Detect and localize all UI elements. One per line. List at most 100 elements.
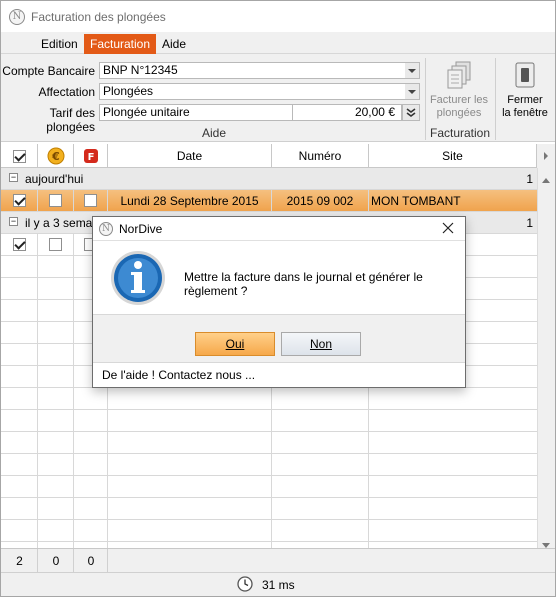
double-chevron-down-icon[interactable]: [402, 104, 420, 121]
column-numero[interactable]: Numéro: [272, 144, 369, 168]
chevron-down-icon[interactable]: [405, 84, 419, 99]
close-icon[interactable]: [441, 221, 455, 235]
row-numero: 2015 09 002: [272, 190, 369, 211]
window-title: Facturation des plongées: [31, 9, 166, 24]
header-scroll-right-icon[interactable]: [537, 144, 555, 168]
dialog-body: Mettre la facture dans le journal et gén…: [93, 241, 465, 314]
main-window: N Facturation des plongées Edition Factu…: [0, 0, 556, 597]
app-logo-icon: N: [99, 221, 113, 236]
ribbon-separator: [495, 58, 496, 140]
dialog-help-bar: De l'aide ! Contactez nous ...: [93, 362, 465, 387]
row-paid-cell[interactable]: [38, 190, 74, 211]
paid-checkbox[interactable]: [49, 194, 62, 207]
footer-count-invoiced: 0: [87, 554, 95, 568]
row-checkbox[interactable]: [12, 238, 26, 251]
affectation-combo[interactable]: Plongées: [99, 83, 420, 100]
tarif-value: Plongée unitaire: [103, 105, 190, 119]
dialog-message: Mettre la facture dans le journal et gén…: [184, 270, 423, 298]
tarif-amount-field[interactable]: 20,00 €: [292, 104, 402, 121]
euro-coin-icon: €: [47, 147, 64, 165]
affectation-value: Plongées: [103, 84, 154, 98]
checkbox-all[interactable]: [12, 149, 26, 163]
group-row-today[interactable]: − aujourd'hui 1: [1, 168, 537, 190]
empty-row: [1, 520, 537, 542]
group-count: 1: [526, 216, 533, 230]
compte-label: Compte Bancaire: [2, 64, 95, 78]
grid-footer: 2 0 0: [1, 548, 555, 572]
svg-text:€: €: [51, 150, 60, 163]
row-checkbox[interactable]: [12, 194, 26, 207]
fermer-label-1: Fermer: [507, 94, 543, 106]
ribbon-tab-bar: Edition Facturation Aide: [1, 32, 555, 54]
grid-header: € F Date Numéro Site: [1, 144, 555, 168]
row-checkbox-cell[interactable]: [1, 190, 38, 211]
footer-divider: [73, 549, 74, 572]
footer-divider: [107, 549, 108, 572]
header-select-all[interactable]: [1, 144, 38, 168]
group-label-facturation: Facturation: [429, 126, 491, 140]
collapse-icon[interactable]: −: [9, 217, 18, 226]
footer-divider: [37, 549, 38, 572]
empty-row: [1, 476, 537, 498]
row-invoiced-cell[interactable]: [74, 190, 108, 211]
facturer-label-2: plongées: [436, 107, 482, 119]
invoice-stack-icon: [447, 61, 471, 89]
group-label: aujourd'hui: [25, 172, 84, 186]
ribbon-separator: [425, 58, 426, 140]
tab-aide[interactable]: Aide: [156, 34, 192, 54]
clock-icon: [237, 576, 253, 592]
facturer-button[interactable]: Facturer les plongées: [429, 60, 489, 122]
help-link[interactable]: De l'aide ! Contactez nous ...: [102, 368, 255, 382]
table-row[interactable]: Lundi 28 Septembre 2015 2015 09 002 MON …: [1, 190, 537, 212]
ribbon-panel: Compte Bancaire BNP N°12345 Affectation …: [1, 54, 555, 142]
chevron-down-icon[interactable]: [405, 63, 419, 78]
column-site[interactable]: Site: [369, 144, 537, 168]
tarif-combo[interactable]: Plongée unitaire: [99, 104, 293, 121]
group-label-aide: Aide: [201, 126, 227, 140]
close-window-button[interactable]: Fermer la fenêtre: [497, 60, 553, 122]
column-line: [37, 256, 38, 548]
facturer-label-1: Facturer les: [429, 94, 489, 106]
row-checkbox-cell[interactable]: [1, 234, 38, 255]
column-date[interactable]: Date: [108, 144, 272, 168]
column-line: [73, 256, 74, 548]
dialog-title: NorDive: [119, 221, 163, 236]
paid-checkbox[interactable]: [49, 238, 62, 251]
dialog-button-bar: [93, 314, 465, 362]
invoiced-checkbox[interactable]: [84, 194, 97, 207]
row-date: Lundi 28 Septembre 2015: [108, 190, 272, 211]
dialog-title-bar: N NorDive: [93, 217, 465, 241]
empty-row: [1, 432, 537, 454]
row-paid-cell[interactable]: [38, 234, 74, 255]
empty-row: [1, 388, 537, 410]
tab-edition[interactable]: Edition: [35, 34, 84, 54]
tab-facturation[interactable]: Facturation: [84, 34, 157, 54]
compte-value: BNP N°12345: [103, 63, 178, 77]
footer-count-selected: 2: [16, 554, 23, 568]
yes-button[interactable]: Oui: [195, 332, 275, 356]
info-icon: [111, 251, 165, 305]
scroll-up-icon[interactable]: [542, 172, 550, 186]
header-paid[interactable]: €: [38, 144, 74, 168]
footer-count-paid: 0: [52, 554, 60, 568]
title-bar: N Facturation des plongées: [1, 1, 555, 32]
group-label: il y a 3 semai: [25, 216, 96, 230]
collapse-icon[interactable]: −: [9, 173, 18, 182]
compte-combo[interactable]: BNP N°12345: [99, 62, 420, 79]
timing-text: 31 ms: [262, 578, 295, 592]
tarif-amount: 20,00 €: [354, 105, 395, 119]
empty-row: [1, 454, 537, 476]
no-button[interactable]: Non: [281, 332, 361, 356]
header-invoiced[interactable]: F: [74, 144, 108, 168]
confirm-dialog: N NorDive Mettre la facture dans le jour…: [92, 216, 466, 388]
empty-row: [1, 410, 537, 432]
svg-text:F: F: [87, 152, 94, 163]
power-switch-icon: [515, 62, 535, 88]
empty-row: [1, 498, 537, 520]
group-count: 1: [526, 172, 533, 186]
status-bar: 31 ms: [1, 572, 555, 596]
row-site: MON TOMBANT: [371, 193, 461, 208]
fermer-label-2: la fenêtre: [502, 107, 548, 119]
vertical-scrollbar[interactable]: [537, 168, 555, 548]
affectation-label: Affectation: [38, 85, 95, 99]
